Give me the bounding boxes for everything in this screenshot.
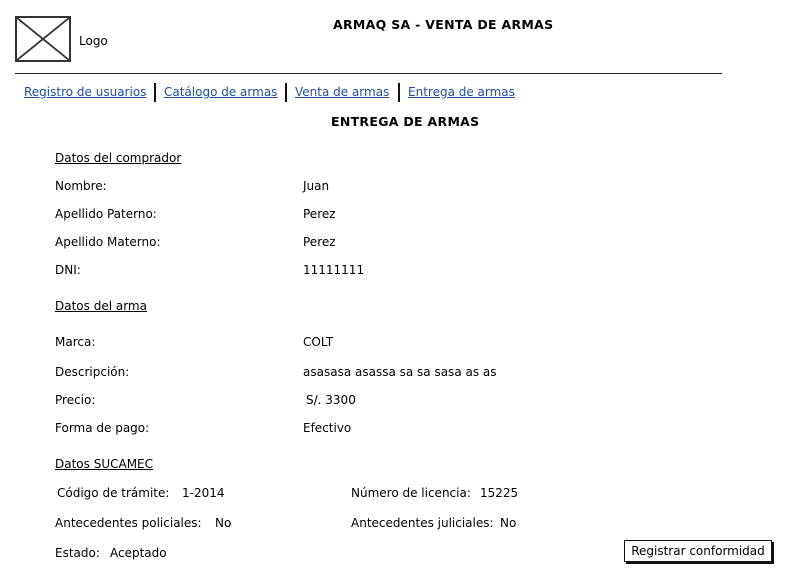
- nav-separator: [154, 83, 156, 102]
- header-divider: [15, 73, 722, 74]
- app-title: ARMAQ SA - VENTA DE ARMAS: [333, 17, 554, 32]
- estado-value: Aceptado: [110, 546, 167, 560]
- marca-label: Marca:: [55, 335, 96, 349]
- codigo-tramite-value: 1-2014: [182, 486, 225, 500]
- nav-separator: [398, 83, 400, 102]
- marca-value: COLT: [303, 335, 334, 349]
- estado-label: Estado:: [55, 546, 100, 560]
- apellido-materno-label: Apellido Materno:: [55, 235, 161, 249]
- antecedentes-judiciales-value: No: [500, 516, 517, 530]
- descripcion-label: Descripción:: [55, 365, 130, 379]
- logo-placeholder-image: [15, 16, 71, 62]
- antecedentes-policiales-value: No: [215, 516, 232, 530]
- nav-link-entrega-armas[interactable]: Entrega de armas: [408, 86, 515, 98]
- precio-label: Precio:: [55, 393, 96, 407]
- antecedentes-policiales-label: Antecedentes policiales:: [55, 516, 202, 530]
- section-title-comprador: Datos del comprador: [55, 151, 182, 165]
- codigo-tramite-label: Código de trámite:: [57, 486, 170, 500]
- nombre-label: Nombre:: [55, 179, 107, 193]
- apellido-materno-value: Perez: [303, 235, 336, 249]
- antecedentes-judiciales-label: Antecedentes juliciales:: [351, 516, 494, 530]
- nav-separator: [285, 83, 287, 102]
- descripcion-value: asasasa asassa sa sa sasa as as: [303, 365, 497, 379]
- nombre-value: Juan: [303, 179, 330, 193]
- forma-pago-value: Efectivo: [303, 421, 352, 435]
- apellido-paterno-value: Perez: [303, 207, 336, 221]
- numero-licencia-value: 15225: [480, 486, 519, 500]
- nav-link-catalogo-armas[interactable]: Catálogo de armas: [164, 86, 277, 98]
- precio-value: S/. 3300: [306, 393, 356, 407]
- section-title-arma: Datos del arma: [55, 299, 147, 313]
- section-title-sucamec: Datos SUCAMEC: [55, 457, 154, 471]
- nav-link-registro-usuarios[interactable]: Registro de usuarios: [24, 86, 146, 98]
- numero-licencia-label: Número de licencia:: [351, 486, 471, 500]
- dni-value: 11111111: [303, 263, 365, 277]
- apellido-paterno-label: Apellido Paterno:: [55, 207, 157, 221]
- registrar-conformidad-button[interactable]: Registrar conformidad: [624, 540, 772, 562]
- image-placeholder-icon: [17, 18, 69, 60]
- dni-label: DNI:: [55, 263, 81, 277]
- nav-link-venta-armas[interactable]: Venta de armas: [295, 86, 389, 98]
- logo-label: Logo: [79, 34, 108, 48]
- forma-pago-label: Forma de pago:: [55, 421, 150, 435]
- page-title: ENTREGA DE ARMAS: [331, 114, 480, 129]
